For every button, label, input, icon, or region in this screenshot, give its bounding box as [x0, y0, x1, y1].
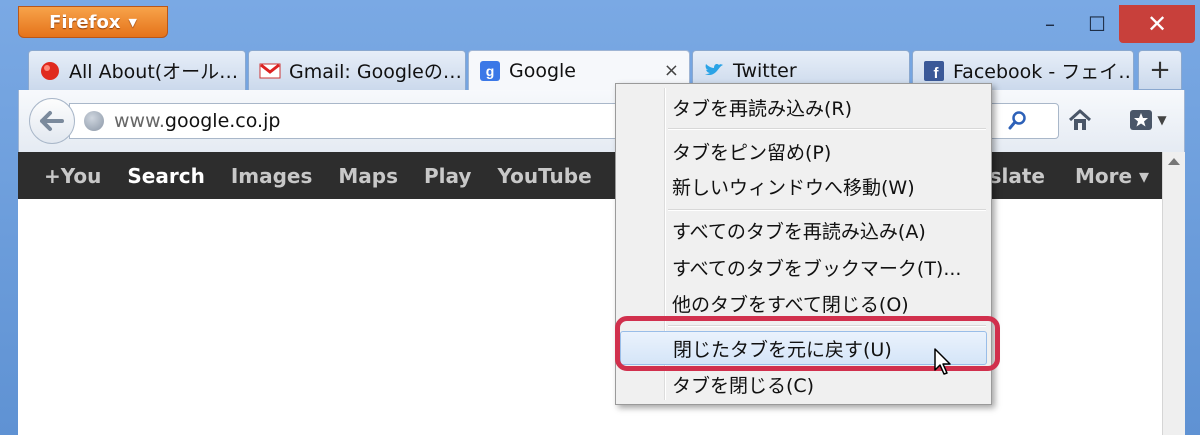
close-window-button[interactable]: ✕ [1119, 5, 1195, 43]
menu-item-close-other-tabs[interactable]: 他のタブをすべて閉じる(O) [620, 286, 987, 320]
menu-item-label: 他のタブをすべて閉じる(O) [672, 293, 909, 316]
tab-label: All About(オール… [69, 61, 239, 83]
menu-item-move-to-new-window[interactable]: 新しいウィンドウへ移動(W) [620, 169, 987, 203]
google-nav-you[interactable]: +You [44, 164, 101, 188]
google-nav-search[interactable]: Search [127, 164, 204, 188]
menu-item-label: 新しいウィンドウへ移動(W) [672, 176, 915, 199]
close-tab-icon[interactable]: × [664, 60, 679, 81]
globe-icon [84, 111, 104, 131]
back-button[interactable] [29, 98, 75, 144]
scroll-up-arrow-icon[interactable] [1168, 158, 1180, 165]
vertical-scrollbar[interactable] [1162, 152, 1185, 435]
back-arrow-icon [40, 111, 64, 131]
plus-icon: + [1149, 55, 1171, 85]
close-icon: ✕ [1146, 10, 1168, 38]
menu-separator [668, 209, 986, 210]
google-nav-images[interactable]: Images [231, 164, 313, 188]
maximize-icon: ☐ [1088, 12, 1106, 36]
chevron-down-icon: ▼ [128, 15, 137, 29]
menu-item-label: タブをピン留め(P) [672, 141, 832, 164]
menu-item-reload-all-tabs[interactable]: すべてのタブを再読み込み(A) [620, 213, 987, 247]
firefox-menu-button[interactable]: Firefox ▼ [18, 6, 168, 38]
tab-label: Facebook - フェイ… [953, 61, 1134, 83]
bookmark-star-icon [1130, 110, 1153, 130]
google-nav-play[interactable]: Play [424, 164, 471, 188]
menu-item-bookmark-all-tabs[interactable]: すべてのタブをブックマーク(T)... [620, 250, 987, 284]
google-nav-youtube[interactable]: YouTube [497, 164, 591, 188]
menu-item-pin-tab[interactable]: タブをピン留め(P) [620, 134, 987, 168]
search-icon[interactable] [1000, 102, 1036, 138]
tab-label: Twitter [733, 59, 797, 82]
facebook-f-icon: f [923, 60, 945, 82]
bookmarks-menu-button[interactable]: ▼ [1118, 100, 1178, 140]
google-nav-more[interactable]: More ▾ [1075, 152, 1149, 199]
url-host: google.co.jp [164, 110, 281, 132]
menu-item-reload-tab[interactable]: タブを再読み込み(R) [620, 90, 987, 124]
tab-gmail[interactable]: Gmail: Googleの… [248, 50, 466, 90]
home-icon [1068, 109, 1092, 130]
allabout-red-dot-icon [39, 60, 61, 82]
tab-label: Gmail: Googleの… [289, 61, 462, 83]
tab-label: Google [509, 59, 577, 82]
new-tab-button[interactable]: + [1138, 50, 1182, 90]
google-g-icon: g [479, 60, 501, 82]
firefox-button-label: Firefox [49, 11, 121, 33]
home-button[interactable] [1058, 100, 1102, 140]
menu-item-label: すべてのタブをブックマーク(T)... [672, 257, 962, 280]
menu-item-label: すべてのタブを再読み込み(A) [672, 220, 926, 243]
svg-text:g: g [486, 63, 495, 79]
menu-item-close-tab[interactable]: タブを閉じる(C) [620, 367, 987, 401]
menu-item-label: タブを閉じる(C) [672, 374, 815, 397]
tab-allabout[interactable]: All About(オール… [28, 50, 246, 90]
url-text[interactable]: www.google.co.jp [114, 110, 280, 132]
menu-item-label: タブを再読み込み(R) [672, 97, 853, 120]
twitter-bird-icon [703, 60, 725, 82]
minimize-icon: – [1045, 12, 1055, 36]
mouse-cursor-icon [934, 348, 951, 375]
minimize-button[interactable]: – [1028, 5, 1072, 43]
gmail-m-icon [259, 60, 281, 82]
maximize-button[interactable]: ☐ [1075, 5, 1119, 43]
google-nav-maps[interactable]: Maps [338, 164, 398, 188]
chevron-down-icon: ▼ [1157, 113, 1167, 127]
url-prefix: www. [114, 110, 165, 132]
menu-separator [668, 128, 986, 129]
